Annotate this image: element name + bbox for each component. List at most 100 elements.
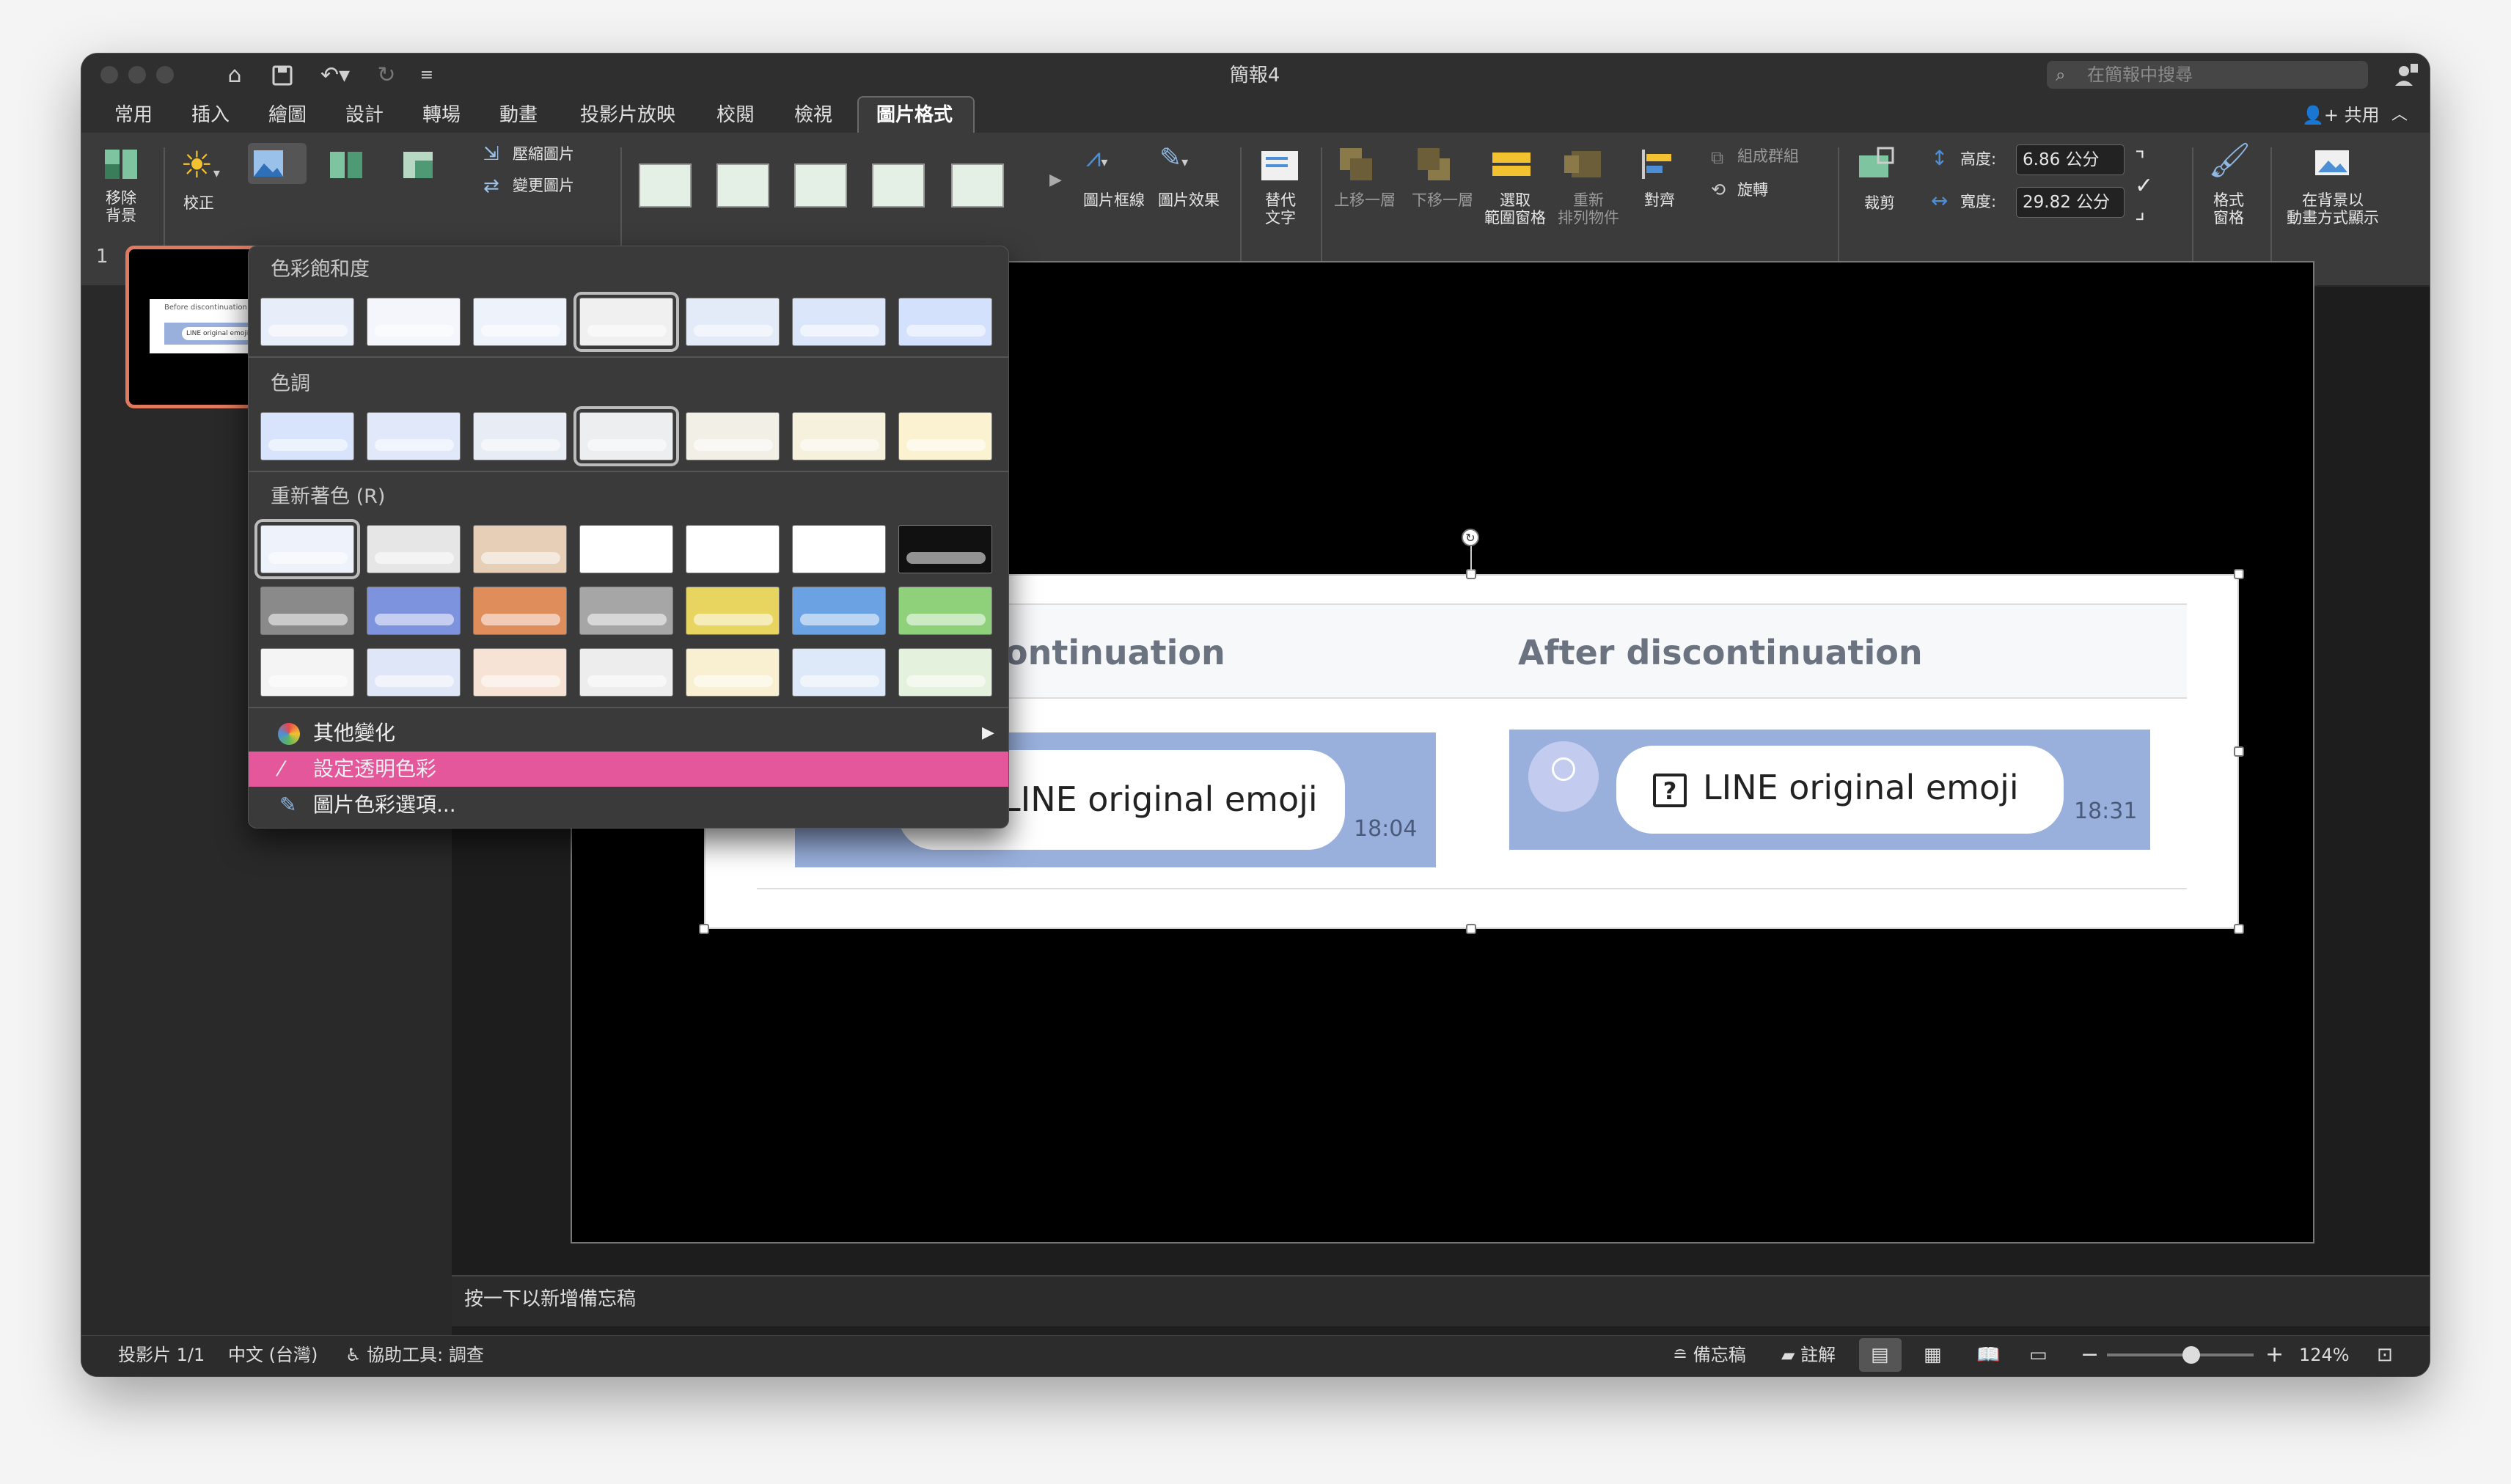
reorder-objects-icon[interactable] bbox=[1561, 145, 1613, 186]
recolor-swatch[interactable] bbox=[367, 525, 461, 573]
lock-aspect-ratio-icon[interactable]: ⌝ ✓ ⌟ bbox=[2135, 147, 2164, 224]
recolor-swatch[interactable] bbox=[473, 587, 567, 635]
picture-style-4[interactable] bbox=[872, 164, 925, 207]
group-icon[interactable]: ⧉ bbox=[1711, 147, 1733, 169]
transparency-icon[interactable] bbox=[400, 147, 459, 186]
recolor-swatch[interactable] bbox=[686, 648, 780, 697]
picture-color-options-item[interactable]: ✎ 圖片色彩選項... bbox=[249, 787, 1008, 823]
recolor-swatch[interactable] bbox=[260, 648, 354, 697]
language-status[interactable]: 中文 (台灣) bbox=[228, 1338, 318, 1372]
align-icon[interactable] bbox=[1638, 145, 1689, 186]
zoom-level[interactable]: 124% bbox=[2299, 1338, 2350, 1372]
recolor-swatch[interactable] bbox=[792, 525, 886, 573]
tab-view[interactable]: 檢視 bbox=[794, 99, 832, 131]
picture-effects-icon[interactable]: ✎▾ bbox=[1159, 143, 1211, 184]
bring-forward-icon[interactable] bbox=[1337, 145, 1388, 186]
notes-toggle[interactable]: ≘ 備忘稿 bbox=[1673, 1338, 1746, 1372]
zoom-slider-thumb[interactable] bbox=[2182, 1346, 2200, 1364]
tab-design[interactable]: 設計 bbox=[345, 99, 384, 131]
width-field[interactable]: 29.82 公分 bbox=[2016, 187, 2125, 218]
notes-pane[interactable] bbox=[452, 1275, 2430, 1326]
recolor-swatch[interactable] bbox=[473, 648, 567, 697]
tone-swatch[interactable] bbox=[792, 412, 886, 460]
alt-text-icon[interactable] bbox=[1258, 145, 1302, 186]
tab-insert[interactable]: 插入 bbox=[191, 99, 230, 131]
picture-border-icon[interactable]: ⩘▾ bbox=[1086, 143, 1137, 184]
account-icon[interactable] bbox=[2393, 62, 2419, 89]
zoom-window-button[interactable] bbox=[156, 66, 174, 84]
resize-handle-se[interactable] bbox=[2234, 924, 2244, 934]
recolor-swatch[interactable] bbox=[792, 587, 886, 635]
recolor-swatch[interactable] bbox=[898, 525, 992, 573]
tone-swatch[interactable] bbox=[898, 412, 992, 460]
compress-icon[interactable]: ⇲ bbox=[483, 143, 513, 168]
zoom-out-icon[interactable]: − bbox=[2081, 1338, 2099, 1372]
recolor-swatch[interactable] bbox=[254, 519, 360, 579]
redo-icon[interactable]: ↻ bbox=[370, 61, 403, 90]
recolor-swatch[interactable] bbox=[898, 587, 992, 635]
slide-sorter-icon[interactable]: ▦ bbox=[1924, 1338, 1942, 1372]
reading-view-icon[interactable]: 📖 bbox=[1976, 1338, 2000, 1372]
change-picture-label[interactable]: 變更圖片 bbox=[513, 177, 574, 194]
share-button[interactable]: 👤+ 共用 bbox=[2302, 99, 2380, 131]
tone-swatch[interactable] bbox=[367, 412, 461, 460]
set-transparent-color-item[interactable]: ⁄ 設定透明色彩 bbox=[249, 752, 1008, 787]
corrections-icon[interactable]: ☀▾ bbox=[180, 143, 232, 187]
recolor-swatch[interactable] bbox=[579, 525, 673, 573]
recolor-swatch[interactable] bbox=[579, 587, 673, 635]
selection-pane-icon[interactable] bbox=[1489, 145, 1541, 186]
comments-toggle[interactable]: ▰ 註解 bbox=[1781, 1338, 1836, 1372]
remove-background-icon[interactable] bbox=[102, 145, 140, 183]
artistic-effects-icon[interactable] bbox=[327, 147, 386, 186]
styles-more-arrow-icon[interactable]: ▶ bbox=[1049, 171, 1067, 200]
tone-swatch[interactable] bbox=[573, 406, 679, 466]
resize-handle-s[interactable] bbox=[1466, 924, 1476, 934]
tab-draw[interactable]: 繪圖 bbox=[268, 99, 307, 131]
group-label[interactable]: 組成群組 bbox=[1737, 147, 1799, 165]
recolor-swatch[interactable] bbox=[260, 587, 354, 635]
saturation-swatch[interactable] bbox=[473, 298, 567, 346]
tone-swatch[interactable] bbox=[260, 412, 354, 460]
height-field[interactable]: 6.86 公分 bbox=[2016, 144, 2125, 175]
saturation-swatch[interactable] bbox=[260, 298, 354, 346]
collapse-ribbon-icon[interactable]: ︿ bbox=[2391, 99, 2408, 131]
customize-toolbar-icon[interactable]: ≡ bbox=[416, 61, 438, 90]
recolor-swatch[interactable] bbox=[473, 525, 567, 573]
zoom-in-icon[interactable]: + bbox=[2265, 1338, 2284, 1372]
accessibility-status[interactable]: ♿ 協助工具: 調查 bbox=[345, 1338, 484, 1372]
rotate-handle-icon[interactable]: ↻ bbox=[1462, 529, 1479, 546]
more-variations-item[interactable]: 其他變化 ▶ bbox=[249, 716, 1008, 751]
recolor-swatch[interactable] bbox=[367, 648, 461, 697]
slideshow-icon[interactable]: ▭ bbox=[2029, 1338, 2048, 1372]
recolor-swatch[interactable] bbox=[579, 648, 673, 697]
tab-transitions[interactable]: 轉場 bbox=[422, 99, 461, 131]
close-window-button[interactable] bbox=[100, 66, 118, 84]
save-icon[interactable] bbox=[266, 61, 298, 90]
recolor-swatch[interactable] bbox=[898, 648, 992, 697]
tab-home[interactable]: 常用 bbox=[114, 99, 153, 131]
tab-animations[interactable]: 動畫 bbox=[499, 99, 538, 131]
saturation-swatch[interactable] bbox=[573, 292, 679, 352]
home-icon[interactable]: ⌂ bbox=[219, 61, 251, 90]
picture-style-5[interactable] bbox=[951, 164, 1004, 207]
animate-background-icon[interactable] bbox=[2311, 143, 2355, 184]
recolor-swatch[interactable] bbox=[686, 525, 780, 573]
saturation-swatch[interactable] bbox=[367, 298, 461, 346]
resize-handle-sw[interactable] bbox=[699, 924, 709, 934]
recolor-swatch[interactable] bbox=[792, 648, 886, 697]
resize-handle-e[interactable] bbox=[2234, 746, 2244, 757]
undo-icon[interactable]: ↶▾ bbox=[313, 61, 357, 90]
tab-picture-format[interactable]: 圖片格式 bbox=[876, 99, 953, 131]
saturation-swatch[interactable] bbox=[898, 298, 992, 346]
tab-slideshow[interactable]: 投影片放映 bbox=[580, 99, 675, 131]
change-picture-icon[interactable]: ⇄ bbox=[483, 175, 513, 200]
picture-style-2[interactable] bbox=[716, 164, 769, 207]
color-button[interactable] bbox=[248, 143, 307, 184]
picture-style-1[interactable] bbox=[639, 164, 692, 207]
tone-swatch[interactable] bbox=[473, 412, 567, 460]
resize-handle-ne[interactable] bbox=[2234, 569, 2244, 579]
rotate-label[interactable]: 旋轉 bbox=[1737, 181, 1768, 199]
minimize-window-button[interactable] bbox=[128, 66, 146, 84]
picture-style-3[interactable] bbox=[794, 164, 847, 207]
recolor-swatch[interactable] bbox=[367, 587, 461, 635]
